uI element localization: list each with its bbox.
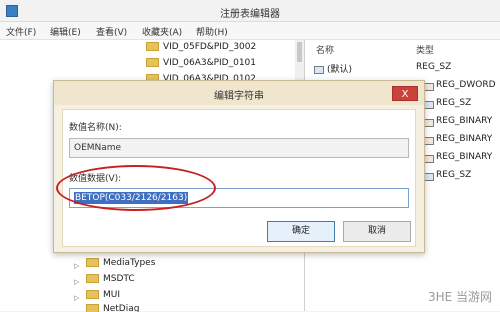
tree-item-label: VID_05FD&PID_3002 bbox=[163, 42, 257, 52]
binary-value-icon bbox=[424, 155, 434, 163]
column-header-type[interactable]: 类型 bbox=[416, 43, 434, 56]
title-bar: 注册表编辑器 bbox=[0, 0, 500, 22]
watermark-logo: 3HE 当游网 bbox=[427, 290, 492, 304]
folder-icon bbox=[146, 42, 159, 51]
dialog-title: 编辑字符串 bbox=[214, 91, 264, 102]
value-type: REG_BINARY bbox=[436, 134, 493, 144]
menu-file[interactable]: 文件(F) bbox=[6, 25, 36, 38]
tree-item[interactable]: MediaTypes bbox=[86, 258, 155, 272]
tree-item[interactable]: MSDTC bbox=[86, 274, 135, 288]
tree-item[interactable]: VID_06A3&PID_0101 bbox=[146, 58, 256, 72]
tree-item-label: VID_06A3&PID_0101 bbox=[163, 58, 257, 68]
menu-view[interactable]: 查看(V) bbox=[96, 25, 127, 38]
highlight-annotation-oval bbox=[56, 165, 216, 211]
value-type: REG_SZ bbox=[436, 98, 472, 108]
close-button[interactable]: X bbox=[392, 86, 418, 101]
string-value-icon bbox=[424, 101, 434, 109]
binary-value-icon bbox=[424, 137, 434, 145]
value-type: REG_DWORD bbox=[436, 80, 496, 90]
tree-item-label: MUI bbox=[103, 290, 121, 300]
tree-item[interactable]: VID_05FD&PID_3002 bbox=[146, 42, 256, 56]
menu-help[interactable]: 帮助(H) bbox=[196, 25, 228, 38]
ok-button[interactable]: 确定 bbox=[267, 221, 335, 242]
expand-icon[interactable]: ▷ bbox=[74, 262, 79, 270]
value-type: REG_BINARY bbox=[436, 152, 493, 162]
cancel-button[interactable]: 取消 bbox=[343, 221, 411, 242]
scrollbar-thumb[interactable] bbox=[297, 42, 302, 62]
registry-editor-window: 注册表编辑器 文件(F) 编辑(E) 查看(V) 收藏夹(A) 帮助(H) VI… bbox=[0, 0, 500, 312]
dialog-title-bar: 编辑字符串 X bbox=[54, 81, 424, 105]
column-header-name[interactable]: 名称 bbox=[316, 43, 334, 56]
value-type: REG_BINARY bbox=[436, 116, 493, 126]
string-value-icon bbox=[314, 65, 324, 74]
window-title: 注册表编辑器 bbox=[220, 9, 280, 20]
value-row[interactable]: (默认) bbox=[314, 62, 352, 76]
string-value-icon bbox=[424, 173, 434, 181]
folder-icon bbox=[146, 58, 159, 67]
menu-edit[interactable]: 编辑(E) bbox=[50, 25, 81, 38]
folder-icon bbox=[86, 290, 99, 299]
menu-favorites[interactable]: 收藏夹(A) bbox=[142, 25, 182, 38]
value-name-field: OEMName bbox=[69, 138, 409, 158]
value-name: (默认) bbox=[327, 65, 353, 75]
folder-icon bbox=[86, 274, 99, 283]
binary-value-icon bbox=[424, 119, 434, 127]
menu-bar: 文件(F) 编辑(E) 查看(V) 收藏夹(A) 帮助(H) bbox=[0, 22, 500, 40]
tree-item-label: MediaTypes bbox=[103, 258, 156, 268]
value-type: REG_SZ bbox=[436, 170, 472, 180]
tree-item[interactable]: MUI bbox=[86, 290, 120, 304]
expand-icon[interactable]: ▷ bbox=[74, 278, 79, 286]
value-type: REG_SZ bbox=[416, 62, 452, 72]
dword-value-icon bbox=[424, 83, 434, 91]
tree-item-label: MSDTC bbox=[103, 274, 135, 284]
folder-icon bbox=[86, 258, 99, 267]
value-name-label: 数值名称(N): bbox=[69, 123, 122, 133]
expand-icon[interactable]: ▷ bbox=[74, 294, 79, 302]
